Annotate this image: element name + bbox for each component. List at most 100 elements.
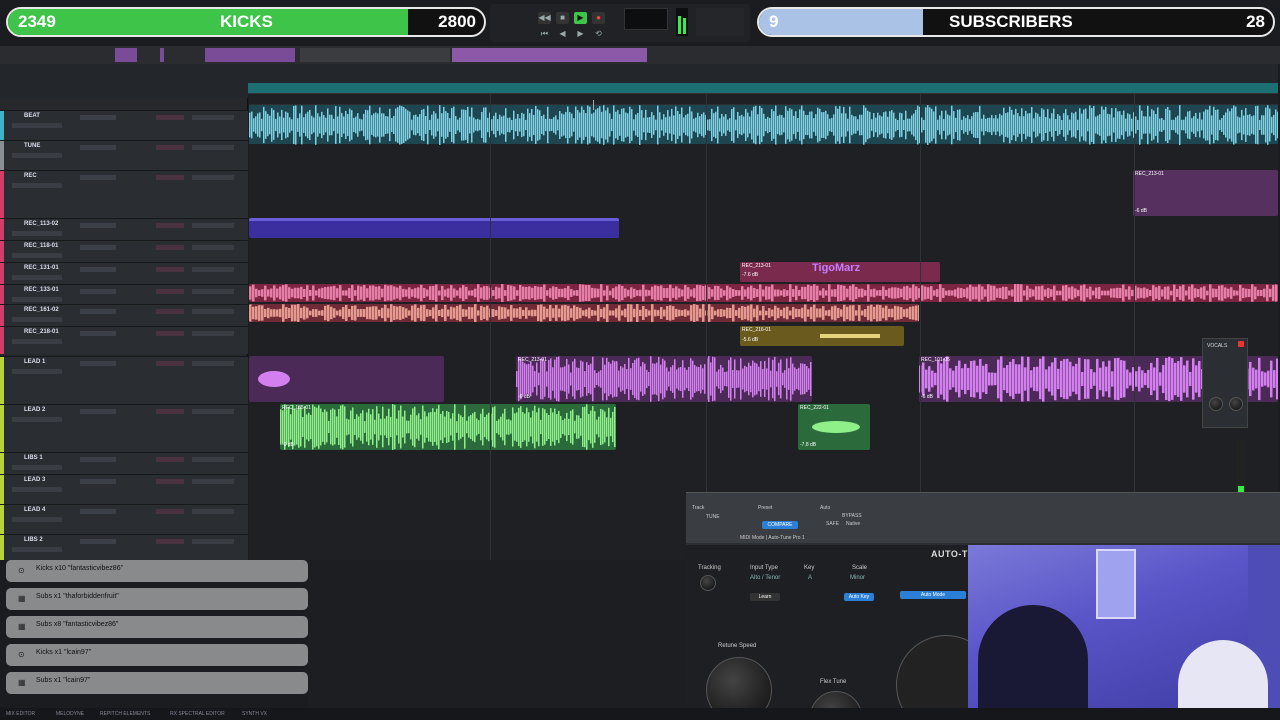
- close-icon[interactable]: [1238, 341, 1244, 347]
- forward-icon[interactable]: ▶: [574, 28, 587, 40]
- track-header[interactable]: REC_113-02: [0, 218, 248, 240]
- lower-arrange[interactable]: [308, 560, 686, 708]
- track-slot[interactable]: [192, 145, 234, 150]
- track-slot[interactable]: [12, 369, 62, 374]
- audio-clip[interactable]: REC_213-01 -6 dB: [1133, 170, 1278, 216]
- track-header[interactable]: REC_118-01: [0, 240, 248, 262]
- track-slot[interactable]: [12, 339, 62, 344]
- rewind-icon[interactable]: ◀◀: [538, 12, 551, 24]
- track-name[interactable]: LIBS 1: [24, 455, 43, 461]
- track-slot[interactable]: [12, 517, 62, 522]
- track-name[interactable]: REC_131-01: [24, 265, 59, 271]
- auto-mode-tab[interactable]: Auto Mode: [900, 591, 966, 599]
- track-slot[interactable]: [156, 223, 184, 228]
- track-slot[interactable]: [156, 539, 184, 544]
- track-slot[interactable]: [156, 479, 184, 484]
- audio-clip[interactable]: [249, 356, 444, 402]
- scale-select[interactable]: Minor: [850, 575, 865, 581]
- tempo-track[interactable]: [248, 83, 1278, 93]
- input-type-select[interactable]: Alto / Tenor: [750, 575, 780, 581]
- marker-block[interactable]: [115, 48, 137, 62]
- track-slot[interactable]: [192, 245, 234, 250]
- track-slot[interactable]: [80, 175, 116, 180]
- track-value[interactable]: TUNE: [706, 514, 720, 520]
- track-slot[interactable]: [12, 487, 62, 492]
- track-slot[interactable]: [12, 231, 62, 236]
- track-slot[interactable]: [156, 309, 184, 314]
- track-slot[interactable]: [192, 223, 234, 228]
- track-slot[interactable]: [12, 317, 62, 322]
- track-slot[interactable]: [80, 309, 116, 314]
- track-slot[interactable]: [80, 457, 116, 462]
- track-header[interactable]: LEAD 2: [0, 404, 248, 452]
- learn-button[interactable]: Learn: [750, 593, 780, 601]
- track-slot[interactable]: [80, 361, 116, 366]
- status-rx[interactable]: RX SPECTRAL EDITOR: [170, 711, 225, 717]
- record-icon[interactable]: ●: [592, 12, 605, 24]
- track-slot[interactable]: [12, 417, 62, 422]
- bypass-button[interactable]: BYPASS: [842, 513, 862, 519]
- track-header[interactable]: BEAT: [0, 110, 248, 140]
- track-name[interactable]: LEAD 2: [24, 407, 45, 413]
- track-name[interactable]: BEAT: [24, 113, 40, 119]
- status-synthvx[interactable]: SYNTH VX: [242, 711, 267, 717]
- track-slot[interactable]: [80, 145, 116, 150]
- beat-lane[interactable]: [249, 104, 1279, 145]
- track-name[interactable]: REC_161-02: [24, 307, 59, 313]
- track-header[interactable]: REC: [0, 170, 248, 218]
- track-header[interactable]: REC_133-01: [0, 284, 248, 306]
- track-slot[interactable]: [192, 409, 234, 414]
- back-icon[interactable]: ◀: [556, 28, 569, 40]
- audio-clip[interactable]: REC_222-01 -7.8 dB: [798, 404, 870, 450]
- marker-block[interactable]: [160, 48, 164, 62]
- prev-icon[interactable]: ⏮: [538, 28, 551, 40]
- audio-clip[interactable]: REC_185-01 -6 dB: [280, 404, 616, 450]
- tracking-knob[interactable]: [700, 575, 716, 591]
- track-slot[interactable]: [80, 289, 116, 294]
- auto-key-button[interactable]: Auto Key: [844, 593, 874, 601]
- track-header[interactable]: LEAD 3: [0, 474, 248, 504]
- track-name[interactable]: REC_113-02: [24, 221, 58, 227]
- track-slot[interactable]: [156, 245, 184, 250]
- track-slot[interactable]: [156, 289, 184, 294]
- stop-icon[interactable]: ■: [556, 12, 569, 24]
- safe-button[interactable]: SAFE: [826, 521, 839, 527]
- vocal-knob[interactable]: [1209, 397, 1223, 411]
- audio-clip[interactable]: REC_213-01 -6 dB: [516, 356, 812, 402]
- track-slot[interactable]: [80, 267, 116, 272]
- grid-nudge-panel[interactable]: [696, 8, 744, 36]
- track-slot[interactable]: [80, 509, 116, 514]
- track-slot[interactable]: [12, 183, 62, 188]
- vocal-knob[interactable]: [1229, 397, 1243, 411]
- track-header[interactable]: REC_161-02: [0, 304, 248, 326]
- midi-clip[interactable]: [249, 218, 619, 238]
- track-slot[interactable]: [156, 457, 184, 462]
- audio-clip[interactable]: [249, 284, 1278, 302]
- track-header[interactable]: LEAD 4: [0, 504, 248, 534]
- track-slot[interactable]: [80, 479, 116, 484]
- marker-strip[interactable]: [0, 46, 1280, 64]
- track-header[interactable]: LIBS 1: [0, 452, 248, 474]
- track-slot[interactable]: [80, 539, 116, 544]
- track-slot[interactable]: [12, 275, 62, 280]
- audio-clip[interactable]: [249, 304, 919, 322]
- track-name[interactable]: LEAD 4: [24, 507, 45, 513]
- track-name[interactable]: LEAD 3: [24, 477, 45, 483]
- track-header[interactable]: REC_131-01: [0, 262, 248, 284]
- status-mix-editor[interactable]: MIX EDITOR: [6, 711, 35, 717]
- track-slot[interactable]: [156, 145, 184, 150]
- track-slot[interactable]: [80, 245, 116, 250]
- track-slot[interactable]: [192, 457, 234, 462]
- track-slot[interactable]: [192, 539, 234, 544]
- play-icon[interactable]: ▶: [574, 12, 587, 24]
- track-slot[interactable]: [12, 297, 62, 302]
- track-slot[interactable]: [12, 153, 62, 158]
- audio-clip[interactable]: REC_216-01 -5.6 dB: [740, 326, 904, 346]
- track-slot[interactable]: [192, 267, 234, 272]
- track-name[interactable]: TUNE: [24, 143, 40, 149]
- track-header[interactable]: LEAD 1: [0, 356, 248, 404]
- track-slot[interactable]: [156, 409, 184, 414]
- compare-button[interactable]: COMPARE: [762, 521, 798, 529]
- track-name[interactable]: REC_133-01: [24, 287, 59, 293]
- track-slot[interactable]: [192, 361, 234, 366]
